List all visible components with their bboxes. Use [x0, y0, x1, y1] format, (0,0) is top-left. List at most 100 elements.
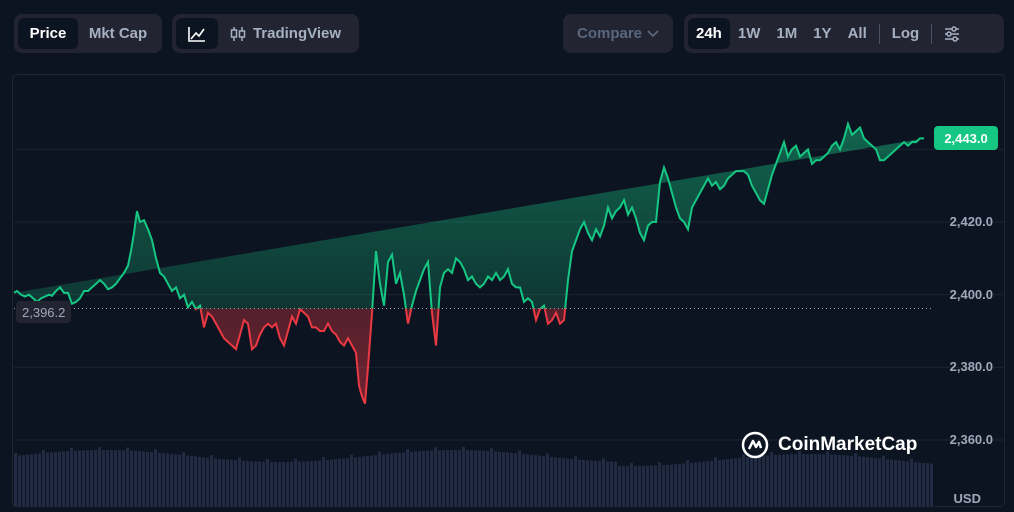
- volume-bar: [922, 462, 925, 506]
- volume-bar: [502, 452, 505, 506]
- volume-bar: [642, 465, 645, 506]
- volume-bar: [562, 458, 565, 506]
- volume-bar: [930, 463, 933, 506]
- volume-bar: [622, 465, 625, 506]
- volume-bar: [514, 453, 517, 506]
- volume-bar: [250, 461, 253, 506]
- volume-bar: [254, 461, 257, 506]
- y-tick-label: 2,420.0: [949, 214, 993, 229]
- volume-bar: [870, 457, 873, 506]
- volume-bar: [286, 461, 289, 506]
- volume-bar: [770, 452, 773, 506]
- volume-bar: [574, 456, 577, 506]
- volume-bar: [782, 454, 785, 506]
- volume-bar: [582, 459, 585, 506]
- volume-bar: [438, 450, 441, 506]
- volume-bar: [230, 459, 233, 506]
- volume-bar: [874, 457, 877, 506]
- volume-bar: [310, 461, 313, 506]
- volume-bar: [18, 455, 21, 506]
- volume-bar: [774, 454, 777, 506]
- volume-bar: [246, 461, 249, 506]
- volume-bar: [586, 460, 589, 506]
- y-tick-label: 2,380.0: [949, 359, 993, 375]
- volume-bar: [114, 450, 117, 506]
- volume-bar: [838, 454, 841, 506]
- volume-bar: [494, 451, 497, 506]
- volume-bar: [34, 453, 37, 506]
- area-up: [14, 123, 924, 309]
- volume-bar: [94, 450, 97, 506]
- volume-bar: [26, 454, 29, 506]
- volume-bar: [634, 465, 637, 506]
- volume-bar: [894, 460, 897, 506]
- volume-bar: [338, 458, 341, 506]
- volume-bar: [626, 465, 629, 506]
- volume-bar: [526, 454, 529, 506]
- volume-bar: [226, 459, 229, 506]
- volume-bar: [682, 463, 685, 506]
- volume-bar: [50, 452, 53, 506]
- volume-bar: [474, 450, 477, 506]
- volume-bar: [482, 450, 485, 506]
- volume-bar: [914, 462, 917, 506]
- volume-bar: [542, 456, 545, 506]
- volume-bar: [110, 450, 113, 506]
- volume-bar: [698, 462, 701, 506]
- volume-bar: [602, 458, 605, 506]
- volume-bar: [734, 458, 737, 506]
- volume-bar: [22, 455, 25, 506]
- volume-bar: [886, 459, 889, 506]
- volume-bar: [106, 450, 109, 506]
- volume-bar: [306, 461, 309, 506]
- volume-bar: [270, 461, 273, 506]
- volume-bar: [426, 450, 429, 506]
- volume-bar: [322, 457, 325, 506]
- volume-bar: [142, 451, 145, 506]
- volume-bar: [530, 454, 533, 506]
- volume-bar: [402, 452, 405, 506]
- volume-bar: [298, 461, 301, 506]
- volume-bar: [126, 447, 129, 506]
- current-price-tag: 2,443.0: [934, 126, 998, 150]
- grid-lines: [14, 148, 1004, 441]
- volume-bar: [122, 450, 125, 506]
- volume-bar: [710, 460, 713, 506]
- volume-bar: [186, 455, 189, 506]
- volume-bar: [70, 447, 73, 506]
- volume-bar: [366, 455, 369, 506]
- volume-bar: [406, 449, 409, 506]
- volume-bar: [490, 448, 493, 506]
- volume-bar: [154, 449, 157, 506]
- volume-bar: [218, 458, 221, 506]
- volume-bar: [854, 453, 857, 506]
- volume-bar: [766, 455, 769, 506]
- volume-bar: [222, 459, 225, 506]
- volume-bar: [498, 451, 501, 506]
- volume-bar: [150, 452, 153, 506]
- volume-bar: [666, 464, 669, 506]
- volume-bar: [910, 458, 913, 506]
- volume-bar: [190, 456, 193, 506]
- volume-bar: [294, 458, 297, 506]
- volume-bar: [434, 447, 437, 506]
- volume-bar: [118, 450, 121, 506]
- volume-bar: [198, 456, 201, 506]
- volume-bar: [178, 454, 181, 506]
- volume-bar: [806, 454, 809, 506]
- volume-bar: [62, 451, 65, 506]
- volume-bar: [390, 453, 393, 506]
- volume-bar: [182, 452, 185, 506]
- volume-bar: [46, 452, 49, 506]
- volume-bar: [890, 459, 893, 506]
- volume-bar: [754, 456, 757, 506]
- volume-bar: [350, 454, 353, 506]
- volume-bar: [750, 456, 753, 506]
- volume-bar: [358, 456, 361, 506]
- volume-bar: [162, 453, 165, 506]
- volume-bar: [506, 452, 509, 506]
- volume-bar: [898, 460, 901, 506]
- volume-bar: [330, 459, 333, 506]
- volume-bar: [382, 454, 385, 506]
- volume-bar: [566, 458, 569, 506]
